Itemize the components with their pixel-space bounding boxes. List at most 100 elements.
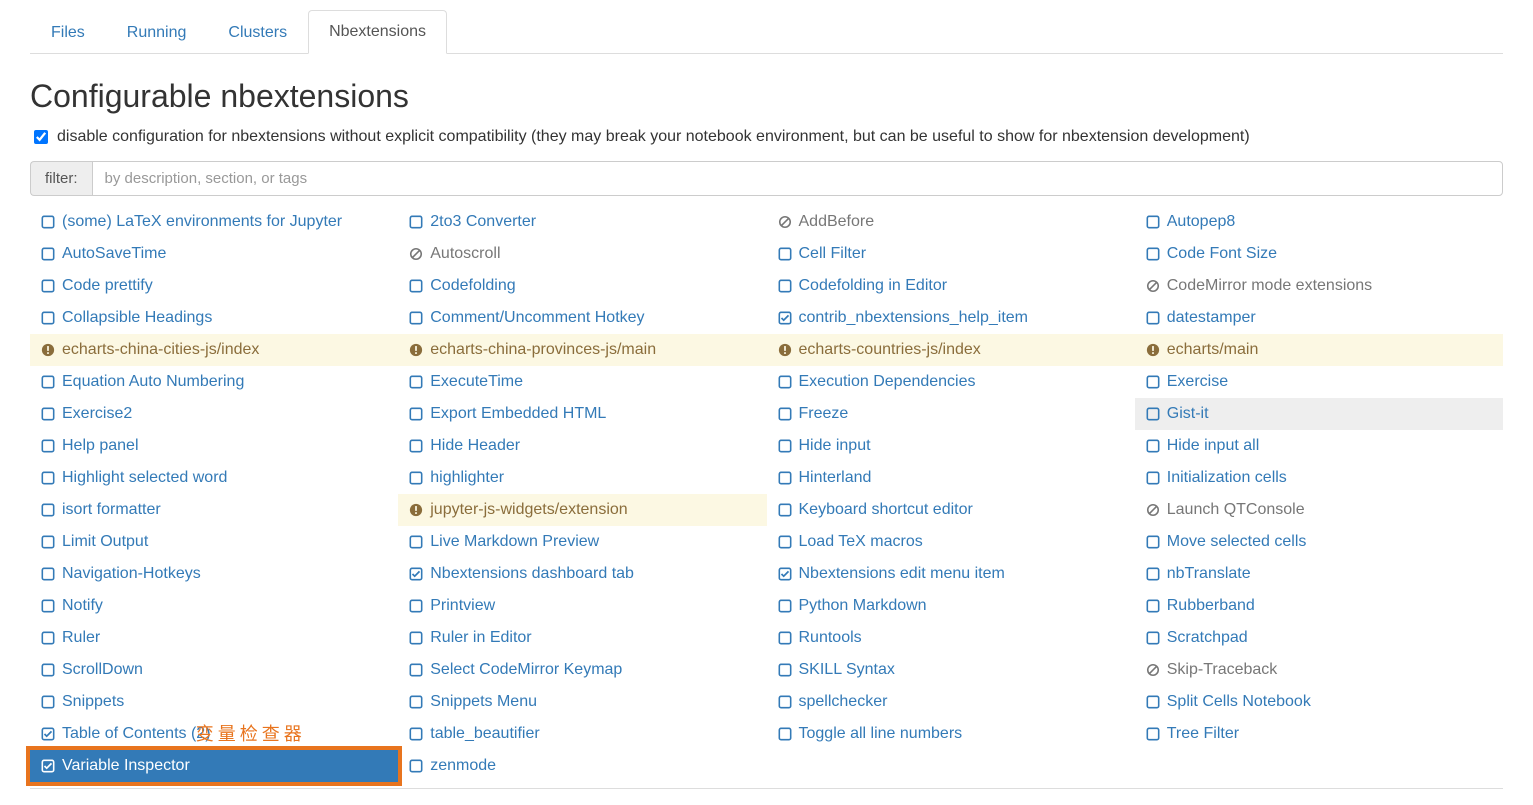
extension-item[interactable]: echarts/main: [1135, 334, 1503, 366]
extension-label: Hide input: [799, 434, 871, 458]
extension-item[interactable]: Load TeX macros: [767, 526, 1135, 558]
extension-label: Hide input all: [1167, 434, 1260, 458]
checkbox-unchecked-icon: [40, 470, 56, 486]
tab-running[interactable]: Running: [106, 11, 208, 54]
extension-item[interactable]: Initialization cells: [1135, 462, 1503, 494]
extension-item[interactable]: Code prettify: [30, 270, 398, 302]
extension-item[interactable]: Skip-Traceback: [1135, 654, 1503, 686]
extension-item[interactable]: AddBefore: [767, 206, 1135, 238]
extension-item[interactable]: Autopep8: [1135, 206, 1503, 238]
extension-item[interactable]: Hide Header: [398, 430, 766, 462]
extension-item[interactable]: zenmode: [398, 750, 766, 782]
extension-item[interactable]: Execution Dependencies: [767, 366, 1135, 398]
extension-item[interactable]: Gist-it: [1135, 398, 1503, 430]
extension-item[interactable]: Export Embedded HTML: [398, 398, 766, 430]
tab-clusters[interactable]: Clusters: [207, 11, 308, 54]
extension-item[interactable]: Freeze: [767, 398, 1135, 430]
extension-item[interactable]: Launch QTConsole: [1135, 494, 1503, 526]
extension-item[interactable]: Nbextensions edit menu item: [767, 558, 1135, 590]
extension-item[interactable]: Cell Filter: [767, 238, 1135, 270]
extension-label: Launch QTConsole: [1167, 498, 1305, 522]
extension-item[interactable]: Autoscroll: [398, 238, 766, 270]
extension-item[interactable]: isort formatter: [30, 494, 398, 526]
extension-label: Load TeX macros: [799, 530, 923, 554]
extension-label: highlighter: [430, 466, 504, 490]
extension-item[interactable]: Scratchpad: [1135, 622, 1503, 654]
extension-item[interactable]: highlighter: [398, 462, 766, 494]
extension-item[interactable]: (some) LaTeX environments for Jupyter: [30, 206, 398, 238]
warning-icon: [40, 342, 56, 358]
extension-item[interactable]: Hinterland: [767, 462, 1135, 494]
extension-label: Move selected cells: [1167, 530, 1307, 554]
tab-files[interactable]: Files: [30, 11, 106, 54]
extension-item[interactable]: echarts-china-cities-js/index: [30, 334, 398, 366]
extension-label: Ruler in Editor: [430, 626, 531, 650]
extension-item[interactable]: Collapsible Headings: [30, 302, 398, 334]
extension-item[interactable]: Notify: [30, 590, 398, 622]
extension-item[interactable]: Nbextensions dashboard tab: [398, 558, 766, 590]
extension-item[interactable]: Help panel: [30, 430, 398, 462]
extension-item[interactable]: Live Markdown Preview: [398, 526, 766, 558]
filter-input[interactable]: [92, 161, 1503, 196]
extension-label: Code Font Size: [1167, 242, 1277, 266]
extension-item[interactable]: CodeMirror mode extensions: [1135, 270, 1503, 302]
extension-item[interactable]: 2to3 Converter: [398, 206, 766, 238]
extension-item[interactable]: ExecuteTime: [398, 366, 766, 398]
extension-item[interactable]: contrib_nbextensions_help_item: [767, 302, 1135, 334]
extension-item[interactable]: Comment/Uncomment Hotkey: [398, 302, 766, 334]
extension-item[interactable]: Tree Filter: [1135, 718, 1503, 750]
ban-icon: [408, 246, 424, 262]
extension-item[interactable]: Runtools: [767, 622, 1135, 654]
extension-item[interactable]: echarts-countries-js/index: [767, 334, 1135, 366]
extension-item[interactable]: Limit Output: [30, 526, 398, 558]
warning-icon: [408, 502, 424, 518]
extension-item[interactable]: Exercise: [1135, 366, 1503, 398]
extension-item[interactable]: jupyter-js-widgets/extension: [398, 494, 766, 526]
extension-item[interactable]: Select CodeMirror Keymap: [398, 654, 766, 686]
extension-item[interactable]: Variable Inspector: [30, 750, 398, 782]
extension-item[interactable]: spellchecker: [767, 686, 1135, 718]
extension-item[interactable]: Codefolding in Editor: [767, 270, 1135, 302]
extension-item[interactable]: Split Cells Notebook: [1135, 686, 1503, 718]
extension-item[interactable]: table_beautifier: [398, 718, 766, 750]
extension-item[interactable]: datestamper: [1135, 302, 1503, 334]
tab-nbextensions[interactable]: Nbextensions: [308, 10, 447, 54]
tab-bar: Files Running Clusters Nbextensions: [30, 10, 1503, 54]
extension-item[interactable]: Highlight selected word: [30, 462, 398, 494]
extension-item[interactable]: Python Markdown: [767, 590, 1135, 622]
extension-label: Autoscroll: [430, 242, 500, 266]
checkbox-unchecked-icon: [408, 438, 424, 454]
extension-item[interactable]: nbTranslate: [1135, 558, 1503, 590]
extension-item[interactable]: Equation Auto Numbering: [30, 366, 398, 398]
checkbox-unchecked-icon: [777, 726, 793, 742]
extension-item[interactable]: Hide input all: [1135, 430, 1503, 462]
extension-item[interactable]: Navigation-Hotkeys: [30, 558, 398, 590]
extension-item[interactable]: Codefolding: [398, 270, 766, 302]
extension-item[interactable]: AutoSaveTime: [30, 238, 398, 270]
compat-checkbox[interactable]: [34, 130, 48, 144]
extension-item[interactable]: Printview: [398, 590, 766, 622]
extension-item[interactable]: Rubberband: [1135, 590, 1503, 622]
extension-item[interactable]: Snippets: [30, 686, 398, 718]
extension-item[interactable]: Hide input: [767, 430, 1135, 462]
extension-item[interactable]: Ruler: [30, 622, 398, 654]
extension-label: spellchecker: [799, 690, 888, 714]
extension-item[interactable]: echarts-china-provinces-js/main: [398, 334, 766, 366]
extension-item[interactable]: Table of Contents (2): [30, 718, 398, 750]
extension-item[interactable]: Keyboard shortcut editor: [767, 494, 1135, 526]
extension-item[interactable]: Move selected cells: [1135, 526, 1503, 558]
extension-label: Tree Filter: [1167, 722, 1239, 746]
checkbox-unchecked-icon: [1145, 598, 1161, 614]
extension-item[interactable]: Ruler in Editor: [398, 622, 766, 654]
extension-item[interactable]: Toggle all line numbers: [767, 718, 1135, 750]
extension-item[interactable]: Code Font Size: [1135, 238, 1503, 270]
checkbox-unchecked-icon: [777, 534, 793, 550]
checkbox-unchecked-icon: [40, 598, 56, 614]
extension-item[interactable]: ScrollDown: [30, 654, 398, 686]
extension-label: isort formatter: [62, 498, 161, 522]
extension-item[interactable]: SKILL Syntax: [767, 654, 1135, 686]
extension-item[interactable]: Snippets Menu: [398, 686, 766, 718]
checkbox-checked-icon: [777, 310, 793, 326]
checkbox-unchecked-icon: [40, 374, 56, 390]
extension-item[interactable]: Exercise2: [30, 398, 398, 430]
